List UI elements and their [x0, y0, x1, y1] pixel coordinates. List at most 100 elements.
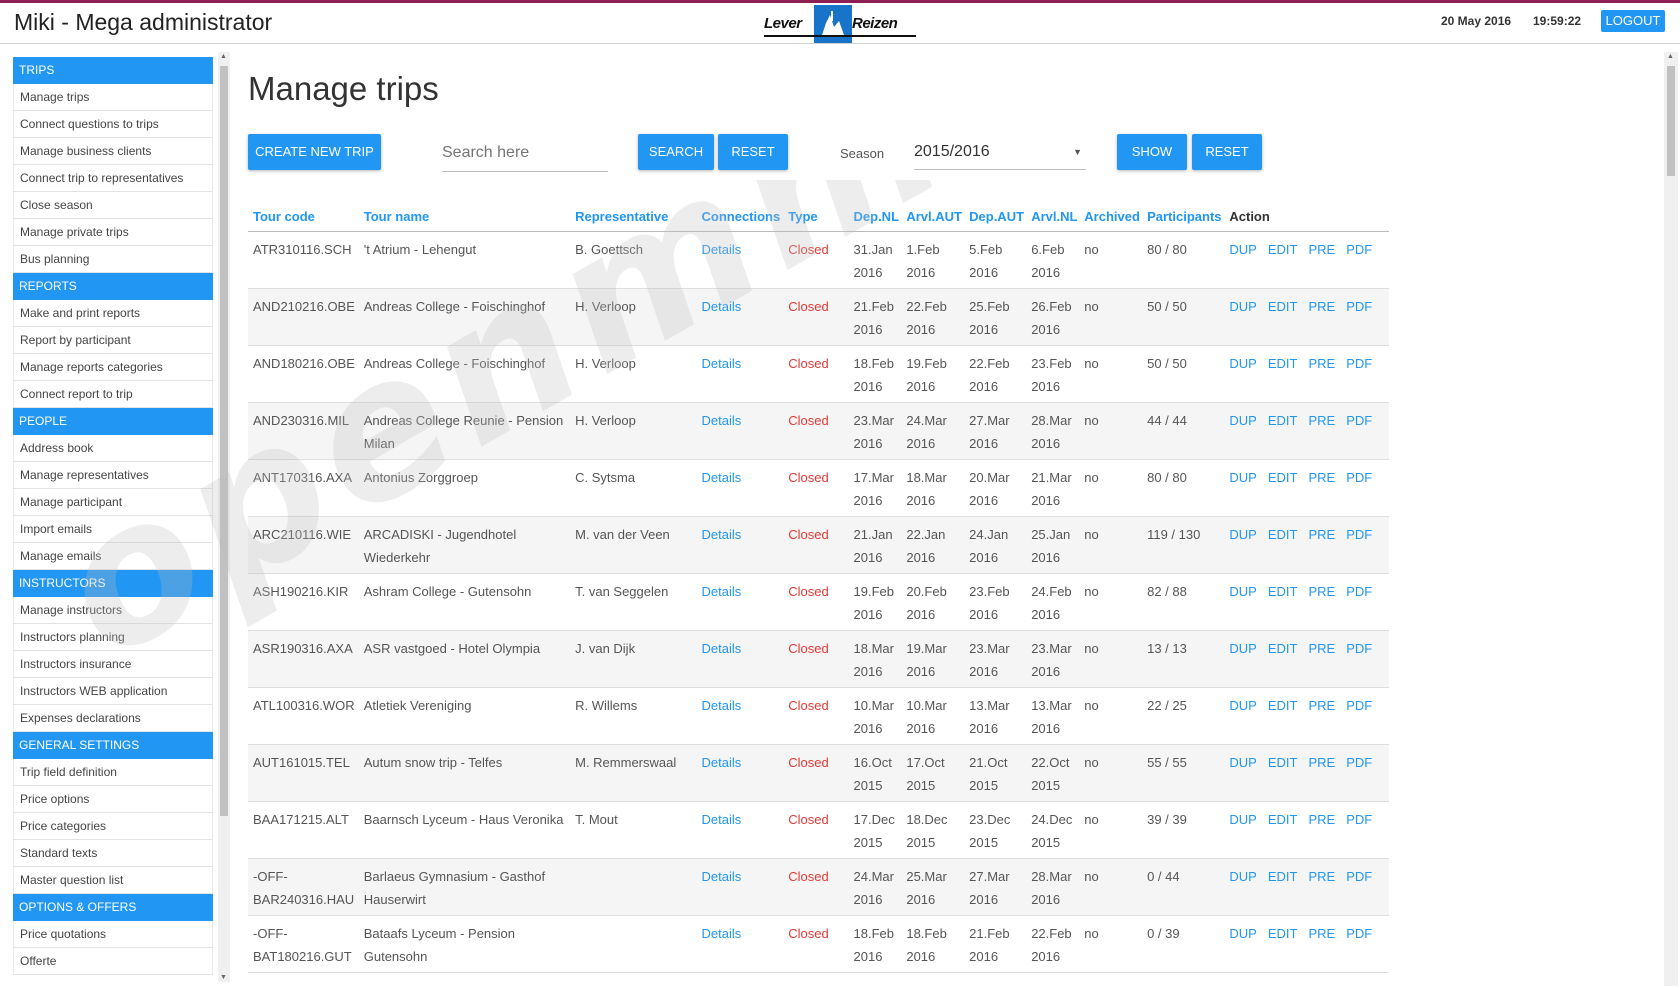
action-pdf-link[interactable]: PDF — [1346, 755, 1372, 770]
sidebar-item-master-question-list[interactable]: Master question list — [13, 867, 213, 894]
sidebar-section-trips[interactable]: TRIPS — [13, 57, 213, 84]
details-link[interactable]: Details — [702, 926, 742, 941]
action-pre-link[interactable]: PRE — [1308, 470, 1335, 485]
details-link[interactable]: Details — [702, 812, 742, 827]
page-scroll-thumb[interactable] — [1667, 66, 1675, 176]
column-header-dep-aut[interactable]: Dep.AUT — [964, 202, 1027, 232]
sidebar-item-manage-business-clients[interactable]: Manage business clients — [13, 138, 213, 165]
column-header-tour-code[interactable]: Tour code — [248, 202, 359, 232]
details-link[interactable]: Details — [702, 641, 742, 656]
sidebar-item-make-and-print-reports[interactable]: Make and print reports — [13, 300, 213, 327]
action-dup-link[interactable]: DUP — [1229, 641, 1256, 656]
sidebar-item-price-categories[interactable]: Price categories — [13, 813, 213, 840]
action-pre-link[interactable]: PRE — [1308, 584, 1335, 599]
details-link[interactable]: Details — [702, 470, 742, 485]
action-pre-link[interactable]: PRE — [1308, 926, 1335, 941]
action-pdf-link[interactable]: PDF — [1346, 356, 1372, 371]
sidebar-section-people[interactable]: PEOPLE — [13, 408, 213, 435]
sidebar-item-offerte[interactable]: Offerte — [13, 948, 213, 975]
column-header-dep-nl[interactable]: Dep.NL — [848, 202, 902, 232]
create-new-trip-button[interactable]: CREATE NEW TRIP — [248, 134, 381, 170]
action-pdf-link[interactable]: PDF — [1346, 869, 1372, 884]
reset-season-button[interactable]: RESET — [1192, 134, 1262, 170]
sidebar-section-instructors[interactable]: INSTRUCTORS — [13, 570, 213, 597]
column-header-representative[interactable]: Representative — [570, 202, 697, 232]
sidebar-item-trip-field-definition[interactable]: Trip field definition — [13, 759, 213, 786]
action-edit-link[interactable]: EDIT — [1268, 413, 1298, 428]
sidebar-item-address-book[interactable]: Address book — [13, 435, 213, 462]
scroll-down-icon[interactable]: ▼ — [220, 974, 227, 981]
search-button[interactable]: SEARCH — [638, 134, 714, 170]
sidebar-section-general-settings[interactable]: GENERAL SETTINGS — [13, 732, 213, 759]
reset-search-button[interactable]: RESET — [718, 134, 788, 170]
action-pre-link[interactable]: PRE — [1308, 869, 1335, 884]
action-dup-link[interactable]: DUP — [1229, 755, 1256, 770]
action-dup-link[interactable]: DUP — [1229, 413, 1256, 428]
action-edit-link[interactable]: EDIT — [1268, 755, 1298, 770]
action-edit-link[interactable]: EDIT — [1268, 926, 1298, 941]
logout-button[interactable]: LOGOUT — [1601, 10, 1665, 32]
action-pdf-link[interactable]: PDF — [1346, 698, 1372, 713]
column-header-type[interactable]: Type — [783, 202, 849, 232]
action-pre-link[interactable]: PRE — [1308, 356, 1335, 371]
action-pre-link[interactable]: PRE — [1308, 299, 1335, 314]
search-input[interactable] — [442, 134, 608, 172]
sidebar-item-connect-questions-to-trips[interactable]: Connect questions to trips — [13, 111, 213, 138]
sidebar-section-reports[interactable]: REPORTS — [13, 273, 213, 300]
sidebar-scrollbar[interactable]: ▲ ▼ — [218, 52, 230, 982]
sidebar-item-instructors-insurance[interactable]: Instructors insurance — [13, 651, 213, 678]
action-edit-link[interactable]: EDIT — [1268, 470, 1298, 485]
action-edit-link[interactable]: EDIT — [1268, 242, 1298, 257]
sidebar-section-options-offers[interactable]: OPTIONS & OFFERS — [13, 894, 213, 921]
action-edit-link[interactable]: EDIT — [1268, 869, 1298, 884]
sidebar-item-price-options[interactable]: Price options — [13, 786, 213, 813]
sidebar-item-price-quotations[interactable]: Price quotations — [13, 921, 213, 948]
sidebar-item-connect-report-to-trip[interactable]: Connect report to trip — [13, 381, 213, 408]
sidebar-item-manage-emails[interactable]: Manage emails — [13, 543, 213, 570]
action-edit-link[interactable]: EDIT — [1268, 299, 1298, 314]
details-link[interactable]: Details — [702, 242, 742, 257]
sidebar-item-instructors-web-application[interactable]: Instructors WEB application — [13, 678, 213, 705]
sidebar-item-manage-trips[interactable]: Manage trips — [13, 84, 213, 111]
action-edit-link[interactable]: EDIT — [1268, 584, 1298, 599]
action-edit-link[interactable]: EDIT — [1268, 356, 1298, 371]
action-pdf-link[interactable]: PDF — [1346, 470, 1372, 485]
company-logo[interactable]: Lever Reizen — [764, 5, 916, 43]
action-dup-link[interactable]: DUP — [1229, 698, 1256, 713]
sidebar-item-connect-trip-to-representatives[interactable]: Connect trip to representatives — [13, 165, 213, 192]
action-pre-link[interactable]: PRE — [1308, 527, 1335, 542]
column-header-tour-name[interactable]: Tour name — [358, 202, 571, 232]
action-dup-link[interactable]: DUP — [1229, 869, 1256, 884]
action-dup-link[interactable]: DUP — [1229, 242, 1256, 257]
details-link[interactable]: Details — [702, 755, 742, 770]
page-scrollbar[interactable]: ▲ — [1664, 52, 1678, 986]
season-select[interactable]: 2015/2016 ▼ — [914, 134, 1086, 170]
action-edit-link[interactable]: EDIT — [1268, 698, 1298, 713]
action-dup-link[interactable]: DUP — [1229, 356, 1256, 371]
details-link[interactable]: Details — [702, 698, 742, 713]
column-header-connections[interactable]: Connections — [696, 202, 784, 232]
sidebar-item-manage-reports-categories[interactable]: Manage reports categories — [13, 354, 213, 381]
action-pdf-link[interactable]: PDF — [1346, 584, 1372, 599]
sidebar-item-manage-representatives[interactable]: Manage representatives — [13, 462, 213, 489]
action-pdf-link[interactable]: PDF — [1346, 242, 1372, 257]
sidebar-item-import-emails[interactable]: Import emails — [13, 516, 213, 543]
action-dup-link[interactable]: DUP — [1229, 812, 1256, 827]
sidebar-item-standard-texts[interactable]: Standard texts — [13, 840, 213, 867]
sidebar-item-manage-participant[interactable]: Manage participant — [13, 489, 213, 516]
details-link[interactable]: Details — [702, 356, 742, 371]
action-dup-link[interactable]: DUP — [1229, 527, 1256, 542]
sidebar-item-bus-planning[interactable]: Bus planning — [13, 246, 213, 273]
action-pre-link[interactable]: PRE — [1308, 755, 1335, 770]
action-pdf-link[interactable]: PDF — [1346, 641, 1372, 656]
action-pdf-link[interactable]: PDF — [1346, 812, 1372, 827]
action-edit-link[interactable]: EDIT — [1268, 527, 1298, 542]
action-dup-link[interactable]: DUP — [1229, 926, 1256, 941]
details-link[interactable]: Details — [702, 869, 742, 884]
action-dup-link[interactable]: DUP — [1229, 299, 1256, 314]
details-link[interactable]: Details — [702, 413, 742, 428]
column-header-arvl-aut[interactable]: Arvl.AUT — [901, 202, 965, 232]
scroll-up-icon[interactable]: ▲ — [220, 53, 227, 60]
sidebar-item-close-season[interactable]: Close season — [13, 192, 213, 219]
sidebar-item-manage-private-trips[interactable]: Manage private trips — [13, 219, 213, 246]
